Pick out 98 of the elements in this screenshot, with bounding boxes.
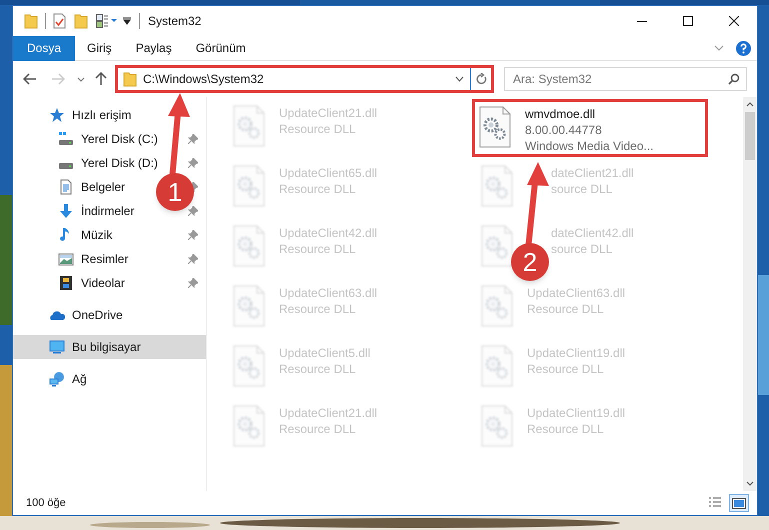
- file-name: UpdateClient63.dll: [527, 285, 626, 301]
- item-count: 100 öğe: [26, 496, 66, 511]
- file-name: dateClient21.dll: [551, 165, 634, 181]
- drive-icon: [58, 162, 74, 170]
- network-icon: [49, 371, 65, 387]
- sidebar-item[interactable]: Yerel Disk (C:): [81, 130, 158, 148]
- ribbon-tab[interactable]: Paylaş: [124, 36, 184, 60]
- file-detail: Resource DLL: [279, 181, 357, 197]
- sidebar-item[interactable]: Resimler: [81, 250, 128, 268]
- help-icon[interactable]: [736, 40, 751, 56]
- selected-item-highlight[interactable]: Bu bilgisayar: [13, 335, 206, 359]
- file-detail: Resource DLL: [279, 301, 357, 317]
- file-detail: 8.00.00.44778: [525, 122, 603, 138]
- sidebar-item[interactable]: Müzik: [81, 226, 112, 244]
- sidebar-item[interactable]: Ağ: [72, 370, 87, 388]
- checklist-icon[interactable]: [53, 13, 66, 29]
- file-name: UpdateClient63.dll: [279, 285, 378, 301]
- folder-icon: [24, 13, 38, 29]
- pin-icon[interactable]: [188, 230, 198, 240]
- close-icon: [729, 16, 739, 26]
- file-detail: Resource DLL: [279, 421, 357, 437]
- pin-icon[interactable]: [188, 206, 198, 216]
- maximize-icon: [683, 16, 693, 26]
- back-arrow-icon[interactable]: [23, 73, 37, 85]
- file-name: UpdateClient19.dll: [527, 345, 626, 361]
- file-detail: Resource DLL: [527, 361, 605, 377]
- pin-icon[interactable]: [188, 134, 198, 144]
- ribbon-tab[interactable]: Giriş: [75, 36, 124, 60]
- file-detail: Resource DLL: [527, 421, 605, 437]
- address-bar[interactable]: C:\Windows\System32: [115, 65, 494, 93]
- dll-file-icon: [233, 345, 265, 387]
- monitor-icon: [49, 339, 65, 355]
- file-name: wmvdmoe.dll: [525, 106, 596, 122]
- file-detail: Resource DLL: [527, 301, 605, 317]
- folder-icon: [123, 71, 137, 87]
- chevron-down-icon[interactable]: [77, 76, 85, 82]
- file-menu-tab[interactable]: Dosya: [13, 36, 76, 60]
- dll-file-icon: [481, 345, 513, 387]
- refresh-icon: [476, 73, 486, 85]
- dll-file-icon: [233, 105, 265, 147]
- dll-file-icon: [233, 285, 265, 327]
- drive-icon: [58, 132, 74, 146]
- properties-icon[interactable]: [96, 14, 118, 28]
- file-detail: source DLL: [551, 241, 614, 257]
- details-list-icon: [708, 497, 722, 509]
- file-name: UpdateClient42.dll: [279, 225, 378, 241]
- sidebar-item[interactable]: Videolar: [81, 274, 125, 292]
- address-path: C:\Windows\System32: [143, 71, 265, 88]
- file-name: UpdateClient21.dll: [279, 105, 378, 121]
- large-icons-view-button[interactable]: [729, 494, 749, 512]
- dll-file-icon: [479, 106, 511, 148]
- film-icon: [58, 275, 74, 291]
- minimize-icon: [637, 20, 647, 22]
- scroll-up-icon[interactable]: [746, 102, 754, 107]
- dll-file-icon: [233, 405, 265, 447]
- star-icon: [49, 107, 65, 123]
- search-input[interactable]: Ara: System32: [513, 70, 728, 88]
- window-title: System32: [148, 13, 202, 30]
- dll-file-icon: [481, 285, 513, 327]
- dll-file-icon: [481, 405, 513, 447]
- sidebar-item[interactable]: İndirmeler: [81, 202, 134, 220]
- search-icon[interactable]: [728, 73, 740, 85]
- file-detail: Windows Media Video...: [525, 138, 654, 154]
- dll-file-icon: [233, 165, 265, 207]
- chevron-down-icon[interactable]: [455, 76, 464, 82]
- file-name: UpdateClient19.dll: [527, 405, 626, 421]
- sidebar-item[interactable]: Bu bilgisayar: [72, 338, 141, 356]
- dll-file-icon: [481, 225, 513, 267]
- ribbon-tab[interactable]: Görünüm: [184, 36, 258, 60]
- highlighted-file-item[interactable]: wmvdmoe.dll 8.00.00.44778 Windows Media Video...: [472, 99, 708, 157]
- sidebar-item[interactable]: Belgeler: [81, 178, 126, 196]
- document-icon: [58, 179, 74, 195]
- dll-file-icon: [481, 165, 513, 207]
- file-name: UpdateClient5.dll: [279, 345, 370, 361]
- scrollbar[interactable]: [743, 97, 757, 491]
- search-field[interactable]: Ara: System32: [504, 67, 747, 91]
- scrollbar-thumb[interactable]: [745, 112, 755, 160]
- file-detail: source DLL: [551, 181, 614, 197]
- large-icons-icon: [732, 498, 746, 508]
- file-detail: Resource DLL: [279, 121, 357, 137]
- scroll-down-icon[interactable]: [746, 481, 754, 486]
- file-name: UpdateClient65.dll: [279, 165, 378, 181]
- pin-icon[interactable]: [188, 278, 198, 288]
- pin-icon[interactable]: [188, 254, 198, 264]
- sidebar-item[interactable]: Hızlı erişim: [72, 106, 132, 124]
- dropdown-icon[interactable]: [123, 17, 131, 25]
- down-arrow-icon: [58, 203, 74, 219]
- file-detail: Resource DLL: [279, 361, 357, 377]
- picture-icon: [58, 251, 74, 267]
- up-arrow-icon[interactable]: [95, 72, 107, 86]
- file-name: UpdateClient21.dll: [279, 405, 378, 421]
- folder-icon: [74, 13, 88, 29]
- sidebar-item[interactable]: Yerel Disk (D:): [81, 154, 158, 172]
- pin-icon[interactable]: [188, 158, 198, 168]
- file-name: dateClient42.dll: [551, 225, 634, 241]
- dll-file-icon: [233, 225, 265, 267]
- file-detail: Resource DLL: [279, 241, 357, 257]
- sidebar-item[interactable]: OneDrive: [72, 306, 123, 324]
